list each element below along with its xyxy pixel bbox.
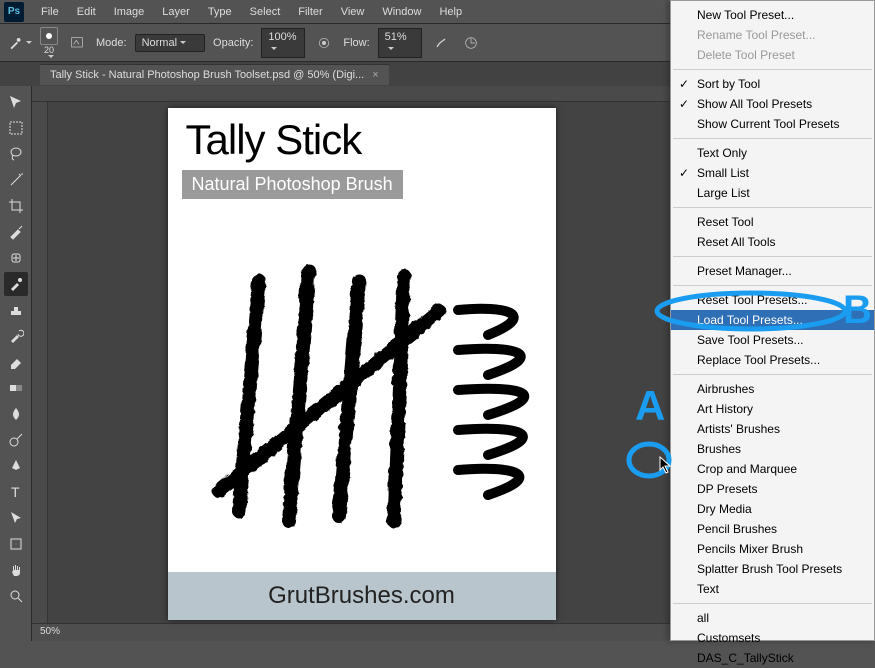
tally-strokes bbox=[168, 250, 556, 550]
document: Tally Stick Natural Photoshop Brush bbox=[168, 108, 556, 620]
cursor-icon bbox=[659, 456, 673, 474]
menu-item[interactable]: Reset All Tools bbox=[671, 232, 874, 252]
ruler-horizontal bbox=[32, 86, 675, 102]
healing-tool[interactable] bbox=[4, 246, 28, 270]
menu-item[interactable]: Pencils Mixer Brush bbox=[671, 539, 874, 559]
pressure-opacity-icon[interactable] bbox=[313, 32, 335, 54]
move-tool[interactable] bbox=[4, 90, 28, 114]
menu-filter[interactable]: Filter bbox=[289, 2, 331, 22]
tools-toolbar: T bbox=[0, 86, 32, 641]
menu-item[interactable]: Pencil Brushes bbox=[671, 519, 874, 539]
menu-item[interactable]: Airbrushes bbox=[671, 379, 874, 399]
menu-item[interactable]: Artists' Brushes bbox=[671, 419, 874, 439]
menu-window[interactable]: Window bbox=[373, 2, 430, 22]
menu-separator bbox=[673, 207, 872, 208]
svg-text:T: T bbox=[11, 484, 20, 500]
blur-tool[interactable] bbox=[4, 402, 28, 426]
menu-layer[interactable]: Layer bbox=[153, 2, 199, 22]
menu-item: Rename Tool Preset... bbox=[671, 25, 874, 45]
menu-view[interactable]: View bbox=[332, 2, 374, 22]
menu-separator bbox=[673, 603, 872, 604]
eyedropper-tool[interactable] bbox=[4, 220, 28, 244]
crop-tool[interactable] bbox=[4, 194, 28, 218]
app-icon: Ps bbox=[4, 2, 24, 22]
close-tab-icon[interactable]: × bbox=[372, 69, 378, 81]
tool-preset-picker[interactable] bbox=[8, 31, 32, 55]
pen-tool[interactable] bbox=[4, 454, 28, 478]
menu-item[interactable]: Large List bbox=[671, 183, 874, 203]
menu-item[interactable]: Crop and Marquee bbox=[671, 459, 874, 479]
menu-separator bbox=[673, 138, 872, 139]
menu-help[interactable]: Help bbox=[430, 2, 471, 22]
menu-item[interactable]: Replace Tool Presets... bbox=[671, 350, 874, 370]
menu-item[interactable]: Brushes bbox=[671, 439, 874, 459]
menu-item[interactable]: Load Tool Presets... bbox=[671, 310, 874, 330]
document-tab-title: Tally Stick - Natural Photoshop Brush To… bbox=[50, 69, 364, 81]
menu-select[interactable]: Select bbox=[241, 2, 290, 22]
menu-item[interactable]: Save Tool Presets... bbox=[671, 330, 874, 350]
menu-item[interactable]: Text Only bbox=[671, 143, 874, 163]
menu-item[interactable]: Preset Manager... bbox=[671, 261, 874, 281]
menu-image[interactable]: Image bbox=[105, 2, 154, 22]
menu-item[interactable]: Reset Tool Presets... bbox=[671, 290, 874, 310]
eraser-tool[interactable] bbox=[4, 350, 28, 374]
doc-title: Tally Stick bbox=[168, 108, 556, 164]
menu-item[interactable]: Dry Media bbox=[671, 499, 874, 519]
brush-size-picker[interactable]: 20 bbox=[40, 27, 58, 58]
menu-item[interactable]: Art History bbox=[671, 399, 874, 419]
menu-file[interactable]: File bbox=[32, 2, 68, 22]
menu-item: Delete Tool Preset bbox=[671, 45, 874, 65]
opacity-label: Opacity: bbox=[213, 37, 253, 49]
history-brush-tool[interactable] bbox=[4, 324, 28, 348]
menu-item[interactable]: Reset Tool bbox=[671, 212, 874, 232]
document-tab[interactable]: Tally Stick - Natural Photoshop Brush To… bbox=[40, 64, 389, 85]
menu-item[interactable]: all bbox=[671, 608, 874, 628]
flow-label: Flow: bbox=[343, 37, 369, 49]
menu-separator bbox=[673, 69, 872, 70]
flow-input[interactable]: 51% bbox=[378, 28, 422, 58]
brush-tool[interactable] bbox=[4, 272, 28, 296]
menu-item[interactable]: Show Current Tool Presets bbox=[671, 114, 874, 134]
pressure-size-icon[interactable] bbox=[460, 32, 482, 54]
menu-separator bbox=[673, 256, 872, 257]
menu-item[interactable]: Splatter Brush Tool Presets bbox=[671, 559, 874, 579]
hand-tool[interactable] bbox=[4, 558, 28, 582]
menu-edit[interactable]: Edit bbox=[68, 2, 105, 22]
menu-item[interactable]: New Tool Preset... bbox=[671, 5, 874, 25]
menu-item[interactable]: Customsets bbox=[671, 628, 874, 648]
type-tool[interactable]: T bbox=[4, 480, 28, 504]
mode-label: Mode: bbox=[96, 37, 127, 49]
marquee-tool[interactable] bbox=[4, 116, 28, 140]
tool-presets-context-menu: New Tool Preset...Rename Tool Preset...D… bbox=[670, 0, 875, 641]
menu-item[interactable]: Sort by Tool bbox=[671, 74, 874, 94]
airbrush-icon[interactable] bbox=[430, 32, 452, 54]
brush-size-value: 20 bbox=[44, 45, 54, 55]
menu-item[interactable]: DP Presets bbox=[671, 479, 874, 499]
lasso-tool[interactable] bbox=[4, 142, 28, 166]
menu-separator bbox=[673, 285, 872, 286]
status-bar: 50% bbox=[32, 623, 675, 641]
stamp-tool[interactable] bbox=[4, 298, 28, 322]
doc-subtitle: Natural Photoshop Brush bbox=[182, 170, 403, 199]
zoom-tool[interactable] bbox=[4, 584, 28, 608]
path-select-tool[interactable] bbox=[4, 506, 28, 530]
menu-item[interactable]: Text bbox=[671, 579, 874, 599]
menu-item[interactable]: Small List bbox=[671, 163, 874, 183]
dodge-tool[interactable] bbox=[4, 428, 28, 452]
doc-footer: GrutBrushes.com bbox=[168, 572, 556, 620]
menu-type[interactable]: Type bbox=[199, 2, 241, 22]
brush-panel-toggle-icon[interactable] bbox=[66, 32, 88, 54]
menu-item[interactable]: Show All Tool Presets bbox=[671, 94, 874, 114]
menu-separator bbox=[673, 374, 872, 375]
canvas-area: Tally Stick Natural Photoshop Brush bbox=[32, 86, 675, 641]
wand-tool[interactable] bbox=[4, 168, 28, 192]
gradient-tool[interactable] bbox=[4, 376, 28, 400]
blend-mode-select[interactable]: Normal bbox=[135, 34, 205, 52]
ruler-vertical bbox=[32, 102, 48, 623]
menu-item[interactable]: DAS_C_TallyStick bbox=[671, 648, 874, 668]
canvas[interactable]: Tally Stick Natural Photoshop Brush bbox=[48, 102, 675, 623]
shape-tool[interactable] bbox=[4, 532, 28, 556]
opacity-input[interactable]: 100% bbox=[261, 28, 305, 58]
